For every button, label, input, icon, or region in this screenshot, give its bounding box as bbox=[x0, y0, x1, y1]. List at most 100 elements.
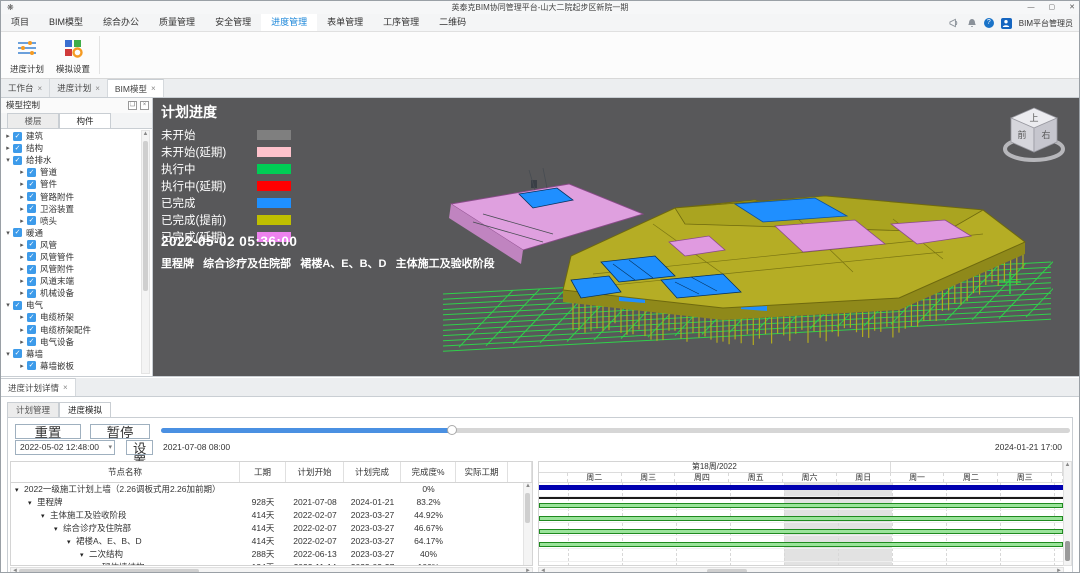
gantt-chart[interactable]: 第18周/2022 周二周三周四周五周六周日周一周二周三 bbox=[538, 461, 1064, 566]
reset-button[interactable]: 重置 bbox=[15, 424, 81, 439]
collapse-icon[interactable]: ▾ bbox=[4, 301, 12, 309]
expand-icon[interactable]: ▸ bbox=[18, 277, 26, 285]
column-header-2[interactable]: 计划开始 bbox=[286, 462, 344, 482]
timeline-slider[interactable] bbox=[161, 428, 1070, 433]
tree-item[interactable]: ▸✓卫浴装置 bbox=[1, 203, 142, 215]
doc-tab-close-icon[interactable]: × bbox=[95, 84, 100, 93]
tree-item[interactable]: ▸✓结构 bbox=[1, 142, 142, 154]
row-collapse-icon[interactable]: ▾ bbox=[80, 549, 89, 562]
tree-checkbox[interactable]: ✓ bbox=[13, 349, 22, 358]
doc-tab-2[interactable]: BIM模型× bbox=[108, 79, 164, 97]
tree-checkbox[interactable]: ✓ bbox=[27, 240, 36, 249]
column-header-1[interactable]: 工期 bbox=[240, 462, 286, 482]
tree-checkbox[interactable]: ✓ bbox=[13, 228, 22, 237]
sub-tab-0[interactable]: 计划管理 bbox=[7, 402, 59, 418]
column-header-0[interactable]: 节点名称 bbox=[11, 462, 240, 482]
tree-item[interactable]: ▸✓风管 bbox=[1, 239, 142, 251]
tree-item[interactable]: ▸✓电气设备 bbox=[1, 336, 142, 348]
tree-checkbox[interactable]: ✓ bbox=[27, 180, 36, 189]
close-panel-icon[interactable]: × bbox=[140, 101, 149, 110]
tree-checkbox[interactable]: ✓ bbox=[13, 144, 22, 153]
float-panel-icon[interactable]: ❏ bbox=[128, 101, 137, 110]
tree-checkbox[interactable]: ✓ bbox=[27, 168, 36, 177]
expand-icon[interactable]: ▸ bbox=[18, 253, 26, 261]
menu-item-7[interactable]: 工序管理 bbox=[373, 14, 429, 31]
expand-icon[interactable]: ▸ bbox=[18, 241, 26, 249]
sub-tab-1[interactable]: 进度模拟 bbox=[59, 402, 111, 418]
slider-thumb[interactable] bbox=[447, 425, 457, 435]
scroll-up-icon[interactable]: ▲ bbox=[143, 131, 149, 137]
progress-plan-button[interactable]: 进度计划 bbox=[5, 36, 49, 74]
expand-icon[interactable]: ▸ bbox=[18, 338, 26, 346]
user-avatar[interactable] bbox=[1001, 18, 1012, 29]
tree-checkbox[interactable]: ✓ bbox=[27, 325, 36, 334]
model-tab-0[interactable]: 楼层 bbox=[7, 113, 59, 128]
tree-item[interactable]: ▸✓建筑 bbox=[1, 130, 142, 142]
tree-item[interactable]: ▸✓幕墙嵌板 bbox=[1, 360, 142, 372]
tree-checkbox[interactable]: ✓ bbox=[27, 337, 36, 346]
table-row[interactable]: ▾综合诊疗及住院部414天2022-02-072023-03-2746.67% bbox=[11, 522, 532, 535]
bell-icon[interactable] bbox=[967, 18, 977, 28]
tree-checkbox[interactable]: ✓ bbox=[27, 289, 36, 298]
model-tab-1[interactable]: 构件 bbox=[59, 113, 111, 128]
tree-checkbox[interactable]: ✓ bbox=[27, 277, 36, 286]
tree-item[interactable]: ▸✓风管管件 bbox=[1, 251, 142, 263]
menu-item-1[interactable]: BIM模型 bbox=[39, 14, 93, 31]
tree-item[interactable]: ▸✓管件 bbox=[1, 178, 142, 190]
tree-item[interactable]: ▸✓电缆桥架 bbox=[1, 311, 142, 323]
tab-schedule-detail[interactable]: 进度计划详情 × bbox=[1, 378, 76, 396]
doc-tab-close-icon[interactable]: × bbox=[151, 84, 156, 93]
expand-icon[interactable]: ▸ bbox=[18, 362, 26, 370]
doc-tab-0[interactable]: 工作台× bbox=[1, 79, 50, 97]
tree-checkbox[interactable]: ✓ bbox=[27, 252, 36, 261]
menu-item-5[interactable]: 进度管理 bbox=[261, 14, 317, 31]
collapse-icon[interactable]: ▾ bbox=[4, 229, 12, 237]
table-row[interactable]: ▾2022一级施工计划上墙（2.26调板式用2.26加前期）0% bbox=[11, 483, 532, 496]
menu-item-2[interactable]: 综合办公 bbox=[93, 14, 149, 31]
expand-icon[interactable]: ▸ bbox=[18, 265, 26, 273]
tree-item[interactable]: ▸✓喷头 bbox=[1, 215, 142, 227]
view-cube[interactable]: 上 前 右 bbox=[999, 102, 1069, 166]
tree-item[interactable]: ▸✓风道末端 bbox=[1, 275, 142, 287]
tree-checkbox[interactable]: ✓ bbox=[27, 265, 36, 274]
tree-item[interactable]: ▸✓电缆桥架配件 bbox=[1, 324, 142, 336]
column-header-4[interactable]: 完成度% bbox=[401, 462, 456, 482]
tree-item[interactable]: ▾✓暖通 bbox=[1, 227, 142, 239]
menu-item-3[interactable]: 质量管理 bbox=[149, 14, 205, 31]
tree-item[interactable]: ▸✓风管附件 bbox=[1, 263, 142, 275]
table-row[interactable]: ▾里程牌928天2021-07-082024-01-2183.2% bbox=[11, 496, 532, 509]
announcement-icon[interactable] bbox=[949, 18, 960, 28]
minimize-button[interactable]: — bbox=[1028, 1, 1035, 14]
tree-item[interactable]: ▾✓幕墙 bbox=[1, 348, 142, 360]
menu-item-4[interactable]: 安全管理 bbox=[205, 14, 261, 31]
tree-item[interactable]: ▾✓电气 bbox=[1, 299, 142, 311]
maximize-button[interactable]: ▢ bbox=[1049, 1, 1056, 14]
close-button[interactable]: ✕ bbox=[1069, 1, 1075, 14]
tree-checkbox[interactable]: ✓ bbox=[13, 301, 22, 310]
expand-icon[interactable]: ▸ bbox=[18, 326, 26, 334]
table-vscrollbar[interactable]: ▲ bbox=[523, 483, 532, 565]
table-hscrollbar[interactable]: ◄ ► bbox=[10, 567, 533, 573]
collapse-icon[interactable]: ▾ bbox=[4, 156, 12, 164]
tree-checkbox[interactable]: ✓ bbox=[27, 216, 36, 225]
3d-viewport[interactable]: 计划进度 未开始未开始(延期)执行中执行中(延期)已完成已完成(提前)已完成(延… bbox=[153, 98, 1079, 376]
scroll-thumb[interactable] bbox=[143, 141, 148, 291]
table-row[interactable]: 砌体墙结构134天2022-11-142023-03-27100% bbox=[11, 561, 532, 566]
tree-checkbox[interactable]: ✓ bbox=[27, 313, 36, 322]
expand-icon[interactable]: ▸ bbox=[4, 132, 12, 140]
tree-item[interactable]: ▸✓管道 bbox=[1, 166, 142, 178]
simulation-settings-button[interactable]: 模拟设置 bbox=[51, 36, 95, 74]
expand-icon[interactable]: ▸ bbox=[18, 217, 26, 225]
menu-item-8[interactable]: 二维码 bbox=[429, 14, 476, 31]
expand-icon[interactable]: ▸ bbox=[18, 205, 26, 213]
menu-item-0[interactable]: 项目 bbox=[1, 14, 39, 31]
expand-icon[interactable]: ▸ bbox=[18, 313, 26, 321]
tree-checkbox[interactable]: ✓ bbox=[13, 132, 22, 141]
expand-icon[interactable]: ▸ bbox=[18, 193, 26, 201]
expand-icon[interactable]: ▸ bbox=[4, 144, 12, 152]
tree-item[interactable]: ▸✓管路附件 bbox=[1, 190, 142, 202]
gantt-vscrollbar[interactable]: ▲ bbox=[1063, 461, 1072, 566]
gantt-hscrollbar[interactable]: ◄ ► bbox=[538, 567, 1064, 573]
tree-checkbox[interactable]: ✓ bbox=[13, 156, 22, 165]
tree-item[interactable]: ▾✓给排水 bbox=[1, 154, 142, 166]
